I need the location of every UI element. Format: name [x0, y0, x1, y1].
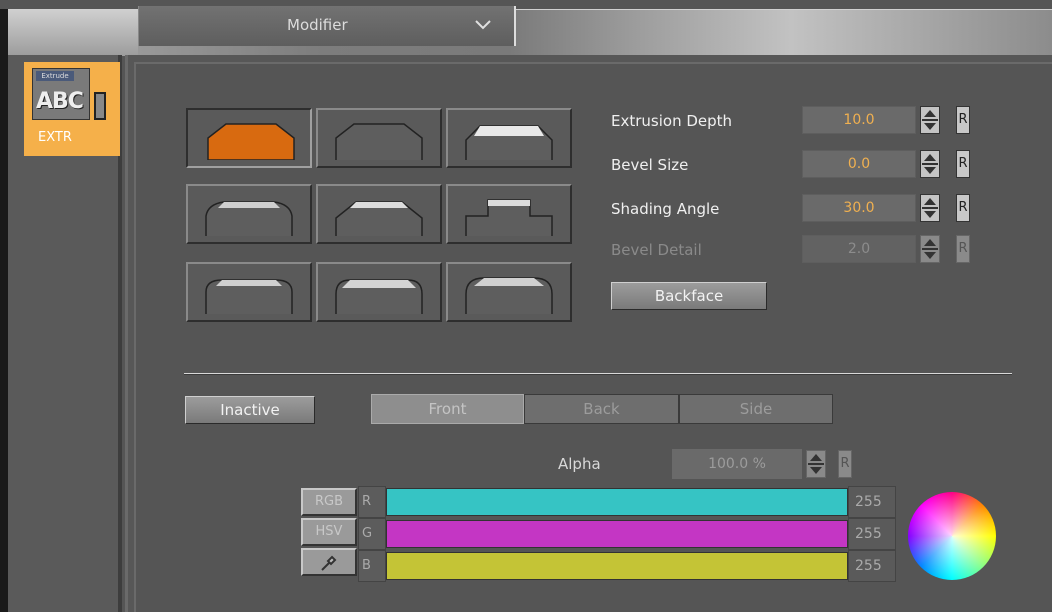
bevel-chamfer-icon [335, 123, 423, 160]
color-wheel[interactable] [908, 492, 996, 580]
spin-divider [922, 163, 938, 165]
spin-up-icon [924, 154, 936, 161]
bevel-rounded-icon [335, 279, 423, 314]
spin-down-icon [924, 211, 936, 218]
green-channel-value: 255 [848, 518, 896, 550]
inactive-button[interactable]: Inactive [185, 396, 315, 424]
spin-up-icon [810, 454, 822, 461]
modifier-dropdown-label: Modifier [287, 16, 348, 34]
bevel-style-6-button[interactable] [446, 184, 572, 244]
chevron-down-icon [475, 20, 491, 30]
backface-button[interactable]: Backface [611, 282, 767, 310]
bevel-soft-icon [335, 201, 423, 236]
shading-angle-spinner[interactable] [920, 194, 940, 222]
bevel-detail-spinner [920, 235, 940, 263]
bevel-dome-icon [465, 277, 553, 314]
bevel-style-8-button[interactable] [316, 262, 442, 322]
bevel-size-label: Bevel Size [611, 156, 689, 174]
alpha-field[interactable]: 100.0 % [672, 449, 802, 479]
bevel-step-icon [465, 199, 553, 236]
bevel-style-5-button[interactable] [316, 184, 442, 244]
extrude-icon: Extrude ABC [32, 68, 90, 120]
bevel-style-9-button[interactable] [446, 262, 572, 322]
alpha-spinner[interactable] [806, 450, 826, 478]
bevel-style-2-button[interactable] [316, 108, 442, 168]
bevel-round-icon [205, 201, 293, 236]
blue-channel-slider[interactable] [386, 552, 848, 580]
spin-down-icon [924, 167, 936, 174]
extrude-modifier-tile[interactable]: Extrude ABC EXTR [24, 62, 120, 156]
eyedropper-button[interactable] [301, 548, 357, 576]
extrusion-depth-spinner[interactable] [920, 106, 940, 134]
red-channel-letter: R [358, 486, 386, 518]
bevel-size-spinner[interactable] [920, 150, 940, 178]
shading-angle-label: Shading Angle [611, 200, 720, 218]
bevel-detail-label: Bevel Detail [611, 241, 702, 259]
green-channel-slider[interactable] [386, 520, 848, 548]
spin-divider [922, 207, 938, 209]
bevel-style-1-button[interactable] [186, 108, 312, 168]
extrude-icon-text: ABC [36, 89, 84, 114]
spin-down-icon [924, 252, 936, 259]
eyedropper-icon [321, 555, 337, 571]
spin-down-icon [810, 467, 822, 474]
tile-toggle-handle[interactable] [94, 92, 106, 120]
section-divider [184, 373, 1012, 375]
bevel-style-3-button[interactable] [446, 108, 572, 168]
spin-divider [922, 248, 938, 250]
extrusion-depth-reset-button[interactable]: R [956, 106, 970, 134]
hsv-mode-button[interactable]: HSV [301, 518, 357, 546]
extrusion-depth-label: Extrusion Depth [611, 112, 733, 130]
spin-up-icon [924, 110, 936, 117]
rgb-mode-button[interactable]: RGB [301, 488, 357, 516]
tab-back[interactable]: Back [524, 394, 679, 424]
bevel-detail-reset-button: R [956, 235, 970, 263]
spin-down-icon [924, 123, 936, 130]
bevel-style-4-button[interactable] [186, 184, 312, 244]
window-edge [0, 9, 8, 612]
tab-front[interactable]: Front [371, 394, 524, 424]
green-channel-letter: G [358, 518, 386, 550]
extrusion-depth-field[interactable]: 10.0 [802, 106, 916, 134]
blue-channel-letter: B [358, 550, 386, 582]
shading-angle-reset-button[interactable]: R [956, 194, 970, 222]
red-channel-slider[interactable] [386, 488, 848, 516]
bevel-style-7-button[interactable] [186, 262, 312, 322]
bevel-size-reset-button[interactable]: R [956, 150, 970, 178]
modifier-dropdown[interactable]: Modifier [138, 6, 516, 46]
extrude-tile-label: EXTR [38, 130, 72, 145]
shading-angle-field[interactable]: 30.0 [802, 194, 916, 222]
bevel-size-field[interactable]: 0.0 [802, 150, 916, 178]
red-channel-value: 255 [848, 486, 896, 518]
bevel-detail-field: 2.0 [802, 235, 916, 263]
spin-divider [808, 463, 824, 465]
blue-channel-value: 255 [848, 550, 896, 582]
spin-up-icon [924, 239, 936, 246]
extrude-icon-tag: Extrude [36, 71, 74, 81]
alpha-reset-button[interactable]: R [838, 450, 852, 478]
bevel-round-cap-icon [205, 279, 293, 314]
top-bar-left-panel [8, 10, 138, 56]
bevel-flat-chamfer-icon [207, 123, 295, 160]
bevel-top-highlight-icon [465, 125, 553, 160]
spin-divider [922, 119, 938, 121]
alpha-label: Alpha [558, 455, 601, 473]
tab-side[interactable]: Side [679, 394, 833, 424]
spin-up-icon [924, 198, 936, 205]
